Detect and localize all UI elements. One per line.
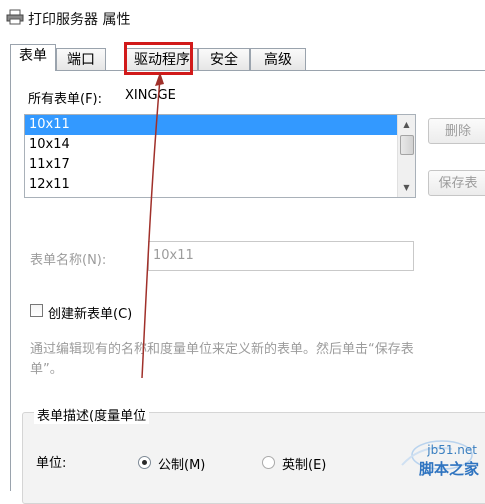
annotation-arrow	[141, 72, 164, 379]
